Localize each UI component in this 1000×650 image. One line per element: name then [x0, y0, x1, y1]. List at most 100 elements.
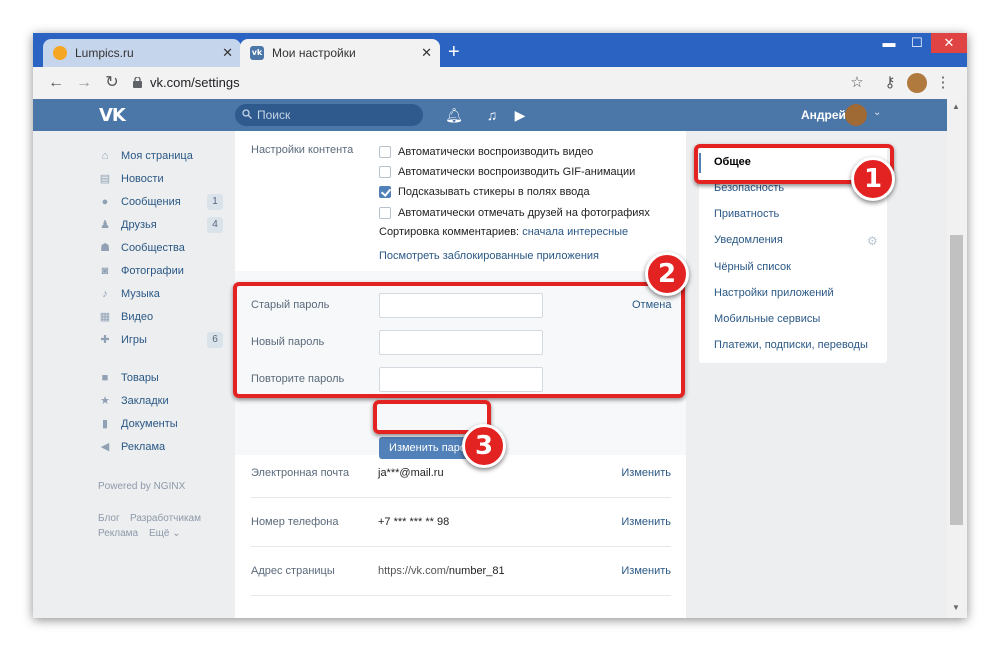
sidebar-item-label: Моя страница — [121, 150, 193, 162]
checkbox-label: Подсказывать стикеры в полях ввода — [398, 186, 590, 198]
menu-item-blacklist[interactable]: Чёрный список — [714, 261, 791, 273]
footer-link-blog[interactable]: Блог — [98, 513, 120, 524]
autoplay-video-checkbox[interactable]: Автоматически воспроизводить видео — [379, 144, 593, 160]
reload-button[interactable]: ↻ — [101, 72, 123, 94]
scroll-down-arrow-icon[interactable]: ▼ — [952, 603, 960, 612]
checkbox[interactable] — [379, 207, 391, 219]
sidebar-item-label: Сообщения — [121, 196, 181, 208]
search-icon — [242, 109, 252, 119]
sticker-hints-checkbox[interactable]: Подсказывать стикеры в полях ввода — [379, 184, 590, 200]
search-input[interactable]: Поиск — [235, 104, 423, 126]
menu-item-privacy[interactable]: Приватность — [714, 208, 779, 220]
sidebar-item-photos[interactable]: ◙ Фотографии — [98, 261, 223, 281]
page-address-name: number_81 — [448, 565, 505, 577]
checkbox-label: Автоматически воспроизводить GIF-анимаци… — [398, 166, 636, 178]
page-address-row: Адрес страницы https://vk.com/number_81 … — [251, 547, 671, 596]
tab-lumpics[interactable]: Lumpics.ru ✕ — [43, 39, 241, 67]
kebab-menu-icon[interactable]: ⋮ — [933, 73, 953, 93]
content-settings-label: Настройки контента — [251, 144, 354, 156]
tab-close-icon[interactable]: ✕ — [421, 45, 432, 61]
autoplay-gif-checkbox[interactable]: Автоматически воспроизводить GIF-анимаци… — [379, 164, 635, 180]
chevron-down-icon[interactable]: ⌄ — [873, 107, 881, 118]
key-icon[interactable]: ⚷ — [880, 73, 900, 93]
page-address-prefix: https://vk.com/ — [378, 565, 449, 577]
checkbox-checked[interactable] — [379, 186, 391, 198]
sidebar-item-messages[interactable]: ● Сообщения 1 — [98, 192, 223, 212]
gamepad-icon: ✚ — [100, 334, 110, 346]
forward-button[interactable]: → — [73, 72, 95, 94]
profile-avatar[interactable] — [907, 73, 927, 93]
tab-title: Lumpics.ru — [75, 46, 134, 60]
music-note-icon[interactable]: ♫ — [482, 105, 502, 125]
lock-icon — [133, 77, 142, 88]
sidebar-item-news[interactable]: ▤ Новости — [98, 169, 223, 189]
scroll-up-arrow-icon[interactable]: ▲ — [952, 102, 960, 111]
sidebar-item-bookmarks[interactable]: ★ Закладки — [98, 391, 223, 411]
play-icon[interactable]: ▶ — [510, 105, 530, 125]
footer-link-more[interactable]: Ещё ⌄ — [149, 528, 181, 539]
change-phone-link[interactable]: Изменить — [621, 516, 671, 528]
user-name[interactable]: Андрей — [801, 108, 846, 122]
footer-link-developers[interactable]: Разработчикам — [130, 513, 201, 524]
comment-sort-dropdown[interactable]: сначала интересные — [522, 226, 628, 238]
menu-item-mobile-services[interactable]: Мобильные сервисы — [714, 313, 820, 325]
window-close-button[interactable]: ✕ — [931, 33, 967, 53]
checkbox[interactable] — [379, 166, 391, 178]
sidebar-item-ads[interactable]: ◀ Реклама — [98, 437, 223, 457]
sidebar-item-goods[interactable]: ■ Товары — [98, 368, 223, 388]
sidebar-item-video[interactable]: ▦ Видео — [98, 307, 223, 327]
address-bar[interactable]: vk.com/settings — [150, 75, 240, 90]
gear-icon[interactable]: ⚙ — [867, 234, 878, 248]
sidebar-item-communities[interactable]: ☗ Сообщества — [98, 238, 223, 258]
user-avatar[interactable] — [845, 104, 867, 126]
phone-row: Номер телефона +7 *** *** ** 98 Изменить — [251, 498, 671, 547]
games-badge: 6 — [207, 332, 223, 348]
menu-item-app-settings[interactable]: Настройки приложений — [714, 287, 834, 299]
sidebar-item-label: Сообщества — [121, 242, 185, 254]
email-value: ja***@mail.ru — [378, 467, 444, 479]
menu-item-notifications[interactable]: Уведомления — [714, 234, 783, 246]
megaphone-icon: ◀ — [100, 441, 110, 453]
email-label: Электронная почта — [251, 467, 350, 479]
sidebar-item-music[interactable]: ♪ Музыка — [98, 284, 223, 304]
menu-item-payments[interactable]: Платежи, подписки, переводы — [714, 339, 868, 351]
tab-close-icon[interactable]: ✕ — [222, 45, 233, 61]
sidebar-item-label: Новости — [121, 173, 164, 185]
camera-icon: ◙ — [101, 265, 109, 277]
comment-sort-label: Сортировка комментариев: — [379, 226, 520, 238]
back-button[interactable]: ← — [45, 72, 67, 94]
new-tab-button[interactable]: + — [448, 42, 460, 62]
blocked-apps-link[interactable]: Посмотреть заблокированные приложения — [379, 250, 599, 262]
friends-badge: 4 — [207, 217, 223, 233]
bookmark-star-icon[interactable]: ☆ — [847, 73, 867, 93]
tab-title: Мои настройки — [272, 46, 356, 60]
sidebar-item-my-page[interactable]: ⌂ Моя страница — [98, 146, 223, 166]
change-email-link[interactable]: Изменить — [621, 467, 671, 479]
sidebar-item-label: Товары — [121, 372, 159, 384]
email-row: Электронная почта ja***@mail.ru Изменить — [251, 449, 671, 498]
page-scrollbar[interactable]: ▲ ▼ — [947, 99, 967, 618]
sidebar-item-label: Видео — [121, 311, 154, 323]
scrollbar-thumb[interactable] — [950, 235, 963, 525]
change-address-link[interactable]: Изменить — [621, 565, 671, 577]
sidebar-item-documents[interactable]: ▮ Документы — [98, 414, 223, 434]
sidebar-item-label: Игры — [121, 334, 147, 346]
vk-favicon-icon: vk — [250, 46, 264, 60]
checkbox-label: Автоматически воспроизводить видео — [398, 146, 594, 158]
checkbox[interactable] — [379, 146, 391, 158]
auto-tag-friends-checkbox[interactable]: Автоматически отмечать друзей на фотогра… — [379, 205, 650, 221]
sidebar-item-label: Реклама — [121, 441, 166, 453]
vk-logo[interactable]: VK — [99, 105, 126, 126]
document-icon: ▮ — [101, 418, 109, 430]
messages-icon: ● — [101, 196, 109, 208]
bell-icon[interactable]: 🔔︎ — [444, 105, 464, 125]
tab-settings[interactable]: vk Мои настройки ✕ — [240, 39, 440, 67]
sidebar-item-label: Друзья — [121, 219, 157, 231]
footer-link-ads[interactable]: Реклама — [98, 528, 138, 539]
maximize-button[interactable]: ☐ — [903, 33, 931, 53]
sidebar-item-label: Фотографии — [121, 265, 184, 277]
step-badge-1: 1 — [851, 157, 895, 201]
minimize-button[interactable]: ▬ — [875, 33, 903, 53]
sidebar-item-friends[interactable]: ♟ Друзья 4 — [98, 215, 223, 235]
sidebar-item-games[interactable]: ✚ Игры 6 — [98, 330, 223, 350]
